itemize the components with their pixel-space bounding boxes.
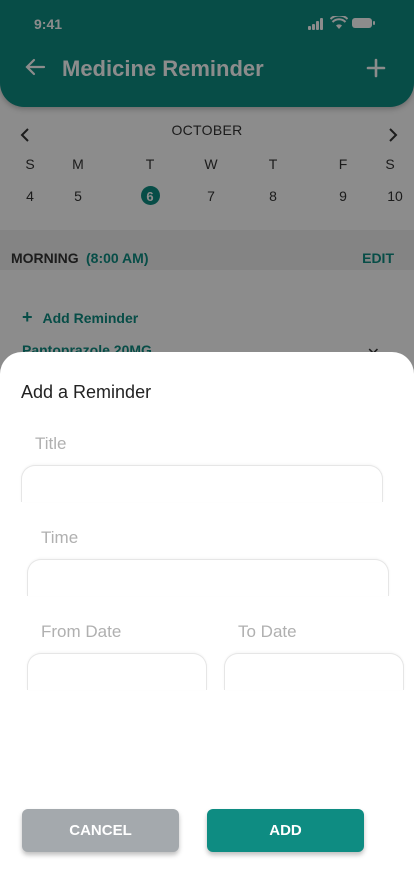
to-date-field[interactable]	[224, 653, 404, 690]
from-date-input[interactable]	[38, 662, 196, 681]
add-reminder-sheet: Add a Reminder Title Time From Date To D…	[0, 352, 414, 878]
cancel-button[interactable]: CANCEL	[22, 809, 179, 852]
time-field[interactable]	[27, 559, 389, 596]
to-date-input[interactable]	[235, 662, 393, 681]
from-date-field[interactable]	[27, 653, 207, 690]
title-input[interactable]	[32, 474, 372, 493]
from-date-label: From Date	[41, 622, 122, 641]
time-label: Time	[41, 528, 79, 547]
title-label: Title	[35, 434, 67, 453]
time-input[interactable]	[38, 568, 378, 587]
to-date-label: To Date	[238, 622, 297, 641]
title-field[interactable]	[21, 465, 383, 502]
add-button[interactable]: ADD	[207, 809, 364, 852]
sheet-title: Add a Reminder	[21, 382, 152, 402]
